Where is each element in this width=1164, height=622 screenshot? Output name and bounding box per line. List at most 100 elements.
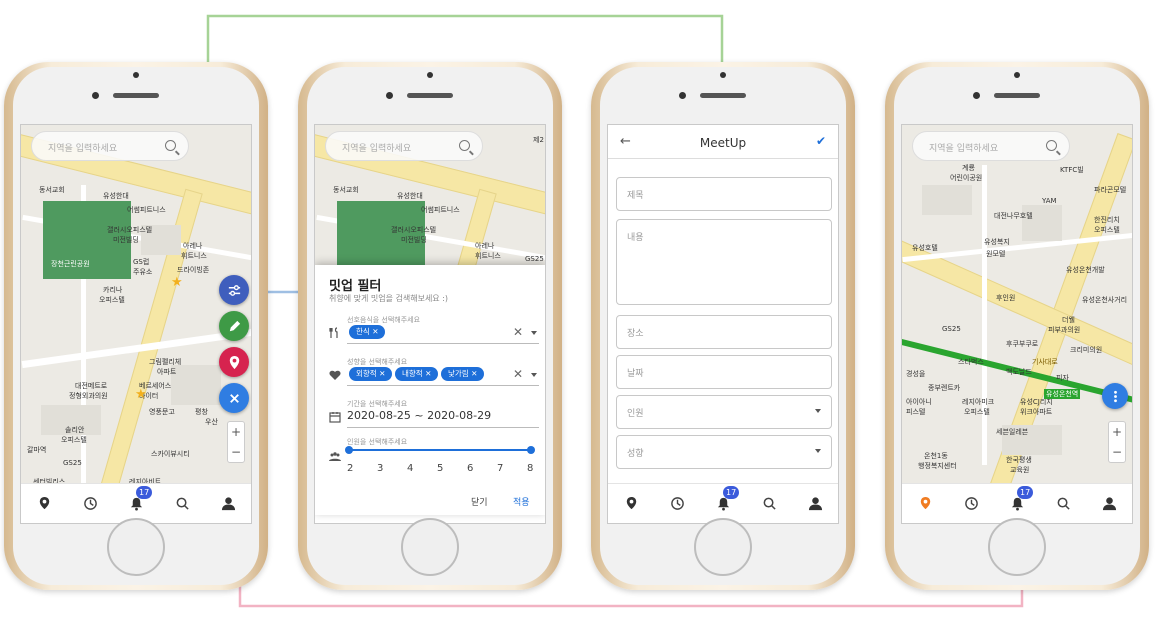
search-icon[interactable]	[459, 140, 470, 151]
map-view[interactable]: 동서교회 유성한대 어썸피트니스 갤러시오피스텔 미전빌딩 아레나 휘트니스 G…	[21, 125, 251, 485]
location-icon	[920, 496, 930, 510]
map-label: 동서교회	[333, 186, 359, 194]
map-view[interactable]: 계룡 어린이공원 KTFC빌 YAM 파라곤모텔 대전나무호텔 한진리치 오피스…	[902, 125, 1132, 485]
map-label: 후쿠부쿠로	[1006, 340, 1039, 348]
zoom-in-button[interactable]: +	[1109, 422, 1125, 442]
slider-tick: 3	[377, 463, 384, 474]
camera	[973, 92, 980, 99]
filter-fab[interactable]	[219, 275, 249, 305]
map-label: 제2	[533, 136, 544, 144]
person-icon	[808, 497, 822, 511]
map-label: 한국평생	[1006, 456, 1032, 464]
personality-chip[interactable]: 낯가림 ✕	[441, 367, 485, 381]
zoom-out-button[interactable]: −	[1109, 442, 1125, 462]
search-icon[interactable]	[1046, 140, 1057, 151]
star-marker-icon[interactable]: ★	[171, 275, 183, 290]
nav-history[interactable]	[81, 495, 99, 513]
food-filter[interactable]: 선호음식을 선택해주세요 한식 ✕ ✕	[329, 315, 539, 347]
nav-notifications[interactable]: 17	[1008, 485, 1034, 513]
history-icon	[964, 497, 978, 510]
map-label: 온천1동	[924, 452, 948, 460]
map-label: 피스텔	[906, 408, 926, 416]
map-search-bar[interactable]: 지역을 입력하세요	[31, 131, 189, 161]
star-marker-icon[interactable]: ★	[135, 387, 147, 402]
home-button	[988, 518, 1046, 576]
front-sensor	[1014, 72, 1020, 78]
heart-icon	[329, 370, 341, 380]
nav-map[interactable]	[916, 495, 934, 513]
content-field[interactable]: 내용	[616, 219, 832, 305]
nav-profile[interactable]	[219, 495, 237, 513]
search-icon[interactable]	[165, 140, 176, 151]
period-filter[interactable]: 기간을 선택해주세요 2020-08-25 ~ 2020-08-29	[329, 399, 539, 431]
nav-search[interactable]	[173, 495, 191, 513]
nav-search[interactable]	[760, 495, 778, 513]
nav-notifications[interactable]: 17	[127, 485, 153, 513]
zoom-control[interactable]: + −	[1108, 421, 1126, 463]
search-icon	[176, 497, 189, 510]
chevron-down-icon[interactable]	[531, 331, 537, 335]
personality-caption: 성향을 선택해주세요	[347, 358, 408, 366]
food-caption: 선호음식을 선택해주세요	[347, 316, 421, 324]
map-search-bar[interactable]: 지역을 입력하세요	[912, 131, 1070, 161]
nav-profile[interactable]	[1100, 495, 1118, 513]
check-icon[interactable]: ✔	[816, 134, 826, 148]
personality-chip[interactable]: 내향적 ✕	[395, 367, 439, 381]
nav-profile[interactable]	[806, 495, 824, 513]
zoom-in-button[interactable]: +	[228, 422, 244, 442]
sliders-icon	[228, 284, 240, 296]
map-label: 대전나무호텔	[994, 212, 1033, 220]
slider-tick: 5	[437, 463, 444, 474]
personality-select[interactable]: 성향	[616, 435, 832, 469]
more-fab[interactable]	[1102, 383, 1128, 409]
people-select[interactable]: 인원	[616, 395, 832, 429]
map-search-bar[interactable]: 지역을 입력하세요	[325, 131, 483, 161]
map-label: GS25	[63, 459, 82, 467]
nav-map[interactable]	[35, 495, 53, 513]
map-label: 종부렌트카	[928, 384, 961, 392]
zoom-out-button[interactable]: −	[228, 442, 244, 462]
close-fab[interactable]	[219, 383, 249, 413]
map-label: 한진리치	[1094, 216, 1120, 224]
map-label: 후인원	[996, 294, 1016, 302]
food-chip[interactable]: 한식 ✕	[349, 325, 386, 339]
zoom-control[interactable]: + −	[227, 421, 245, 463]
map-label: 피부과의원	[1048, 326, 1081, 334]
clear-icon[interactable]: ✕	[513, 367, 523, 381]
personality-chip[interactable]: 외향적 ✕	[349, 367, 393, 381]
more-vertical-icon	[1113, 390, 1117, 402]
filter-subtitle: 취향에 맞게 밋업을 검색해보세요 :)	[329, 294, 449, 303]
speaker	[407, 93, 453, 98]
people-range-slider[interactable]	[345, 446, 535, 454]
speaker	[113, 93, 159, 98]
write-fab[interactable]	[219, 311, 249, 341]
location-fab[interactable]	[219, 347, 249, 377]
personality-filter[interactable]: 성향을 선택해주세요 외향적 ✕ 내향적 ✕ 낯가림 ✕ ✕	[329, 357, 539, 389]
location-icon	[626, 496, 636, 510]
phone-location-map: 계룡 어린이공원 KTFC빌 YAM 파라곤모텔 대전나무호텔 한진리치 오피스…	[885, 62, 1149, 590]
clear-icon[interactable]: ✕	[513, 325, 523, 339]
chevron-down-icon[interactable]	[531, 373, 537, 377]
nav-notifications[interactable]: 17	[714, 485, 740, 513]
nav-map[interactable]	[622, 495, 640, 513]
slider-handle-min[interactable]	[345, 446, 353, 454]
nav-history[interactable]	[962, 495, 980, 513]
map-label: 유성한대	[397, 192, 423, 200]
map-label: 어썸피트니스	[421, 206, 460, 214]
title-field[interactable]: 제목	[616, 177, 832, 211]
nav-search[interactable]	[1054, 495, 1072, 513]
date-field[interactable]: 날짜	[616, 355, 832, 389]
apply-button[interactable]: 적용	[513, 495, 530, 508]
home-button	[694, 518, 752, 576]
place-field[interactable]: 장소	[616, 315, 832, 349]
period-caption: 기간을 선택해주세요	[347, 400, 408, 408]
slider-tick: 2	[347, 463, 354, 474]
slider-tick: 6	[467, 463, 474, 474]
slider-handle-max[interactable]	[527, 446, 535, 454]
map-label: 장천근린공원	[51, 260, 90, 268]
bottom-nav: 17	[21, 483, 251, 523]
phone-meetup-form: ← MeetUp ✔ 제목 내용 장소 날짜 인원 성향 17	[591, 62, 855, 590]
close-button[interactable]: 닫기	[471, 495, 488, 508]
nav-history[interactable]	[668, 495, 686, 513]
front-sensor	[133, 72, 139, 78]
